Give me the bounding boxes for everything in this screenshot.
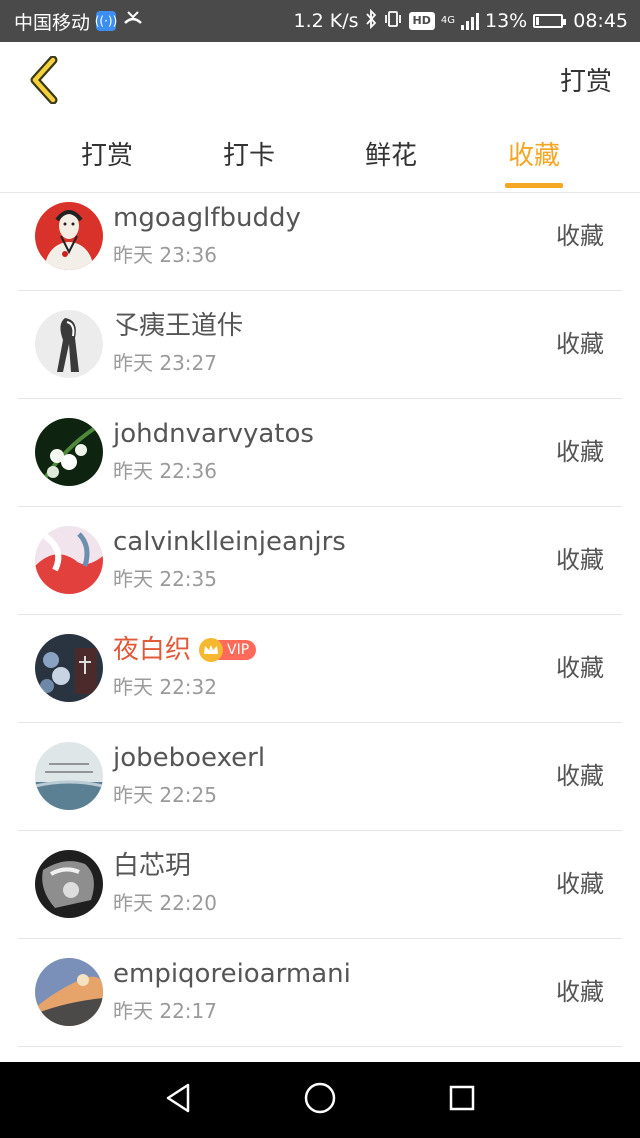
list-item[interactable]: johdnvarvyatos 昨天 22:36 收藏 [18,399,622,507]
user-name[interactable]: 白芯玥 [113,849,191,883]
avatar[interactable] [35,958,103,1026]
battery-icon [533,14,567,28]
status-bar: 中国移动 ((·)) 1.2 K/s HD 4G 13% 08:45 [0,0,640,42]
timestamp: 昨天 22:36 [113,459,217,483]
favorite-label: 收藏 [556,978,604,1006]
favorite-label: 收藏 [556,546,604,574]
nav-recents-button[interactable] [442,1080,482,1120]
avatar[interactable] [35,742,103,810]
user-name[interactable]: empiqoreioarmani [113,957,351,991]
user-name[interactable]: 夜白织 [113,633,191,667]
avatar[interactable] [35,418,103,486]
timestamp: 昨天 23:36 [113,243,217,267]
header: 打赏 [0,42,640,122]
timestamp: 昨天 22:25 [113,783,217,807]
user-name[interactable]: johdnvarvyatos [113,417,314,451]
avatar[interactable] [35,850,103,918]
network-speed: 1.2 K/s [293,10,359,32]
back-button[interactable] [20,55,68,108]
favorite-label: 收藏 [556,762,604,790]
list-item[interactable]: 孓痍王道佧 昨天 23:27 收藏 [18,291,622,399]
list-item[interactable]: empiqoreioarmani 昨天 22:17 收藏 [18,939,622,1047]
status-right: 1.2 K/s HD 4G 13% 08:45 [293,8,628,34]
favorite-label: 收藏 [556,222,604,250]
avatar[interactable] [35,310,103,378]
timestamp: 昨天 22:17 [113,999,217,1023]
reward-header-button[interactable]: 打赏 [560,64,612,100]
tab-checkin[interactable]: 打卡 [199,136,299,176]
recents-square-icon [448,1084,476,1116]
user-name[interactable]: calvinklleinjeanjrs [113,525,346,559]
battery-percent: 13% [485,10,528,32]
wifi-call-icon: ((·)) [95,11,117,31]
user-name[interactable]: jobeboexerl [113,741,265,775]
user-name[interactable]: mgoaglfbuddy [113,201,301,235]
list-item[interactable]: mgoaglfbuddy 昨天 23:36 收藏 [18,183,622,291]
favorite-label: 收藏 [556,330,604,358]
avatar[interactable] [35,634,103,702]
avatar[interactable] [35,202,103,270]
vip-badge: VIP [199,638,257,662]
tab-favorites[interactable]: 收藏 [484,136,584,176]
list-item[interactable]: 白芯玥 昨天 22:20 收藏 [18,831,622,939]
system-nav-bar [0,1062,640,1138]
signal-icon [461,12,479,30]
chevron-left-icon [27,55,61,108]
status-left: 中国移动 ((·)) [14,8,150,35]
home-circle-icon [303,1081,337,1119]
timestamp: 昨天 22:35 [113,567,217,591]
list-item[interactable]: jobeboexerl 昨天 22:25 收藏 [18,723,622,831]
tab-reward[interactable]: 打赏 [57,136,157,176]
favorite-label: 收藏 [556,870,604,898]
clock: 08:45 [573,10,628,32]
crown-icon [199,638,224,662]
back-triangle-icon [164,1082,192,1118]
vibrate-icon [383,9,403,34]
timestamp: 昨天 23:27 [113,351,217,375]
battery-fill [536,17,540,25]
list-item[interactable]: 夜白织 VIP 昨天 22:32 收藏 [18,615,622,723]
timestamp: 昨天 22:32 [113,675,217,699]
user-name-vip[interactable]: 夜白织 VIP [113,633,257,667]
favorite-label: 收藏 [556,438,604,466]
missed-call-icon [122,9,144,34]
tab-flowers[interactable]: 鲜花 [341,136,441,176]
network-type: 4G [440,15,455,26]
nav-home-button[interactable] [300,1080,340,1120]
bluetooth-icon [365,8,377,34]
favorite-label: 收藏 [556,654,604,682]
nav-back-button[interactable] [158,1080,198,1120]
carrier-label: 中国移动 [14,11,91,34]
avatar[interactable] [35,526,103,594]
user-name[interactable]: 孓痍王道佧 [113,309,243,343]
list-item[interactable]: calvinklleinjeanjrs 昨天 22:35 收藏 [18,507,622,615]
hd-icon: HD [408,12,435,30]
timestamp: 昨天 22:20 [113,891,217,915]
